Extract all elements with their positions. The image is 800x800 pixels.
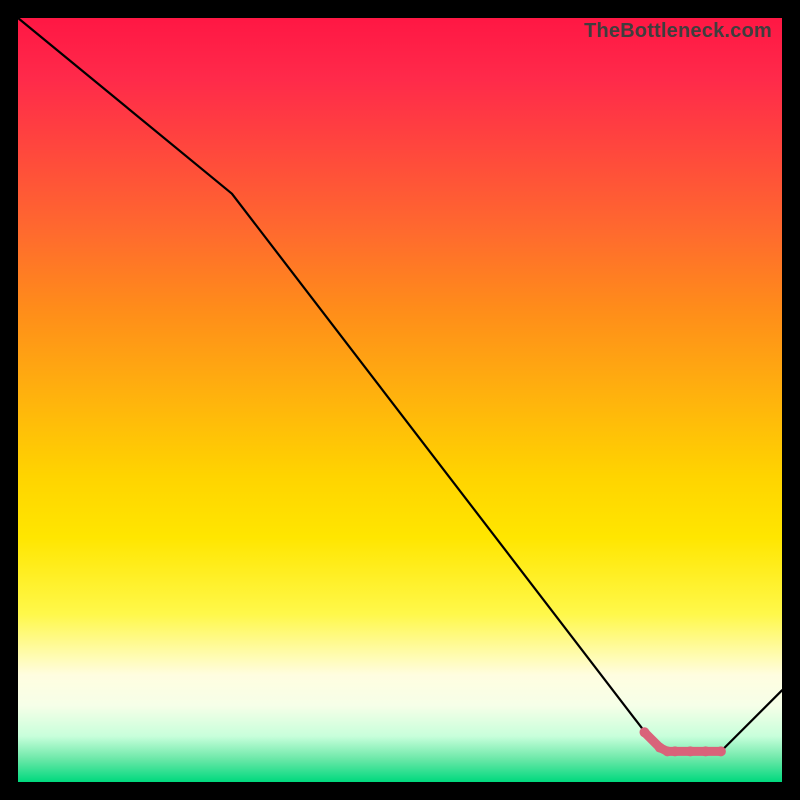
- highlight-segment: [640, 727, 726, 756]
- highlight-point: [716, 746, 726, 756]
- highlight-point: [640, 727, 650, 737]
- main-curve-line: [18, 18, 782, 751]
- chart-plot-area: TheBottleneck.com: [18, 18, 782, 782]
- highlight-point: [701, 746, 711, 756]
- chart-frame: TheBottleneck.com: [0, 0, 800, 800]
- highlight-point: [670, 746, 680, 756]
- highlight-point: [685, 746, 695, 756]
- chart-overlay: [18, 18, 782, 782]
